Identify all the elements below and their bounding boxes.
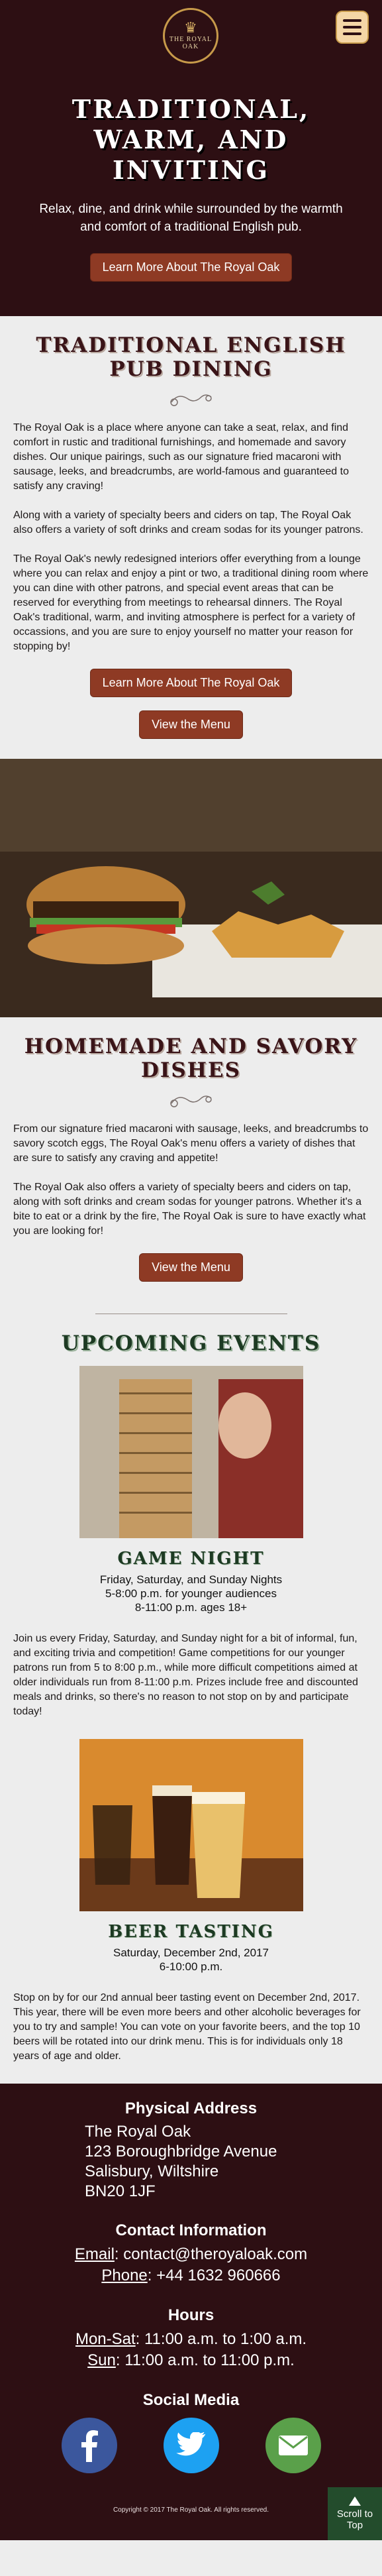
hero-title: Traditional, Warm, and Inviting — [72, 94, 310, 185]
flourish-ornament-icon — [169, 394, 212, 406]
dishes-title: Homemade and Savory Dishes — [24, 1035, 358, 1082]
event-game-night: Game Night Friday, Saturday, and Sunday … — [0, 1366, 382, 1719]
site-header: ♛ THE ROYAL OAK — [0, 0, 382, 64]
event-schedule: Saturday, December 2nd, 2017 — [113, 1946, 269, 1959]
dining-paragraph: The Royal Oak is a place where anyone ca… — [13, 422, 349, 492]
event-title: Beer Tasting — [108, 1922, 274, 1942]
dishes-paragraph: The Royal Oak also offers a variety of s… — [13, 1182, 366, 1237]
hours-value: : 11:00 a.m. to 1:00 a.m. — [135, 2330, 307, 2348]
flourish-ornament-icon — [169, 1095, 212, 1107]
dishes-view-menu-button[interactable]: View the Menu — [139, 1253, 243, 1282]
dining-paragraph: The Royal Oak's newly redesigned interio… — [13, 553, 369, 652]
address-line: Salisbury, Wiltshire — [85, 2162, 219, 2180]
dining-title: Traditional English Pub Dining — [36, 333, 346, 381]
social-media-block: Social Media — [0, 2391, 382, 2473]
hours-day-label: Mon-Sat — [75, 2330, 136, 2348]
hours-line: Sun: 11:00 a.m. to 11:00 p.m. — [0, 2350, 382, 2371]
beer-glasses-photo — [79, 1739, 303, 1911]
event-schedule: 5-8:00 p.m. for younger audiences — [105, 1587, 277, 1600]
hours-line: Mon-Sat: 11:00 a.m. to 1:00 a.m. — [0, 2329, 382, 2350]
address-line: BN20 1JF — [85, 2182, 156, 2200]
hero-subtitle: Relax, dine, and drink while surrounded … — [39, 202, 343, 234]
hero-learn-more-button[interactable]: Learn More About The Royal Oak — [89, 253, 293, 282]
event-title: Game Night — [117, 1549, 265, 1569]
crown-icon: ♛ — [184, 20, 197, 36]
email-line[interactable]: Email: contact@theroyaloak.com — [0, 2244, 382, 2265]
hours-block: Hours Mon-Sat: 11:00 a.m. to 1:00 a.m. S… — [0, 2306, 382, 2371]
site-footer: Physical Address The Royal Oak 123 Borou… — [0, 2084, 382, 2540]
email-value[interactable]: : contact@theroyaloak.com — [115, 2245, 307, 2263]
arrow-up-icon — [349, 2496, 361, 2506]
phone-value[interactable]: : +44 1632 960666 — [148, 2267, 281, 2284]
contact-block: Contact Information Email: contact@thero… — [0, 2221, 382, 2286]
hours-value: : 11:00 a.m. to 11:00 p.m. — [115, 2351, 295, 2369]
scroll-to-top-button[interactable]: Scroll to Top — [328, 2487, 382, 2540]
email-icon[interactable] — [265, 2418, 321, 2473]
hamburger-menu-button[interactable] — [336, 11, 369, 44]
contact-title: Contact Information — [115, 2221, 267, 2239]
hours-day-label: Sun — [87, 2351, 116, 2369]
address-line: 123 Boroughbridge Avenue — [85, 2143, 277, 2160]
physical-address-block: Physical Address The Royal Oak 123 Borou… — [0, 2100, 382, 2202]
burger-and-fries-photo — [0, 759, 382, 1017]
phone-label[interactable]: Phone — [101, 2267, 147, 2284]
dishes-section: Homemade and Savory Dishes From our sign… — [0, 1017, 382, 1302]
phone-line[interactable]: Phone: +44 1632 960666 — [0, 2265, 382, 2286]
dining-section: Traditional English Pub Dining The Royal… — [0, 316, 382, 759]
events-title: Upcoming Events — [61, 1331, 321, 1355]
dining-view-menu-button[interactable]: View the Menu — [139, 710, 243, 739]
event-description: Stop on by for our 2nd annual beer tasti… — [13, 1992, 361, 2062]
twitter-icon[interactable] — [163, 2418, 219, 2473]
scroll-to-top-label: Scroll to Top — [336, 2508, 373, 2531]
event-beer-tasting: Beer Tasting Saturday, December 2nd, 201… — [0, 1739, 382, 2064]
royal-oak-logo[interactable]: ♛ THE ROYAL OAK — [163, 8, 218, 64]
event-schedule: 6-10:00 p.m. — [159, 1960, 223, 1973]
address-title: Physical Address — [124, 2100, 258, 2117]
dining-paragraph: Along with a variety of specialty beers … — [13, 510, 363, 535]
hours-title: Hours — [167, 2306, 215, 2324]
event-description: Join us every Friday, Saturday, and Sund… — [13, 1633, 358, 1717]
dishes-paragraph: From our signature fried macaroni with s… — [13, 1123, 369, 1164]
event-schedule: Friday, Saturday, and Sunday Nights — [99, 1573, 283, 1586]
copyright-text: Copyright © 2017 The Royal Oak. All righ… — [113, 2506, 269, 2514]
event-schedule: 8-11:00 p.m. ages 18+ — [134, 1601, 248, 1614]
hamburger-menu-icon — [343, 19, 361, 22]
email-label[interactable]: Email — [75, 2245, 115, 2263]
hero-section: Traditional, Warm, and Inviting Relax, d… — [0, 58, 382, 316]
dining-learn-more-button[interactable]: Learn More About The Royal Oak — [89, 669, 293, 697]
events-section: Upcoming Events Game Night Friday, Satur… — [0, 1331, 382, 2064]
logo-text: THE ROYAL OAK — [169, 36, 213, 50]
jenga-game-photo — [79, 1366, 303, 1538]
social-title: Social Media — [142, 2391, 240, 2409]
facebook-icon[interactable] — [61, 2418, 117, 2473]
address-line: The Royal Oak — [85, 2123, 191, 2141]
